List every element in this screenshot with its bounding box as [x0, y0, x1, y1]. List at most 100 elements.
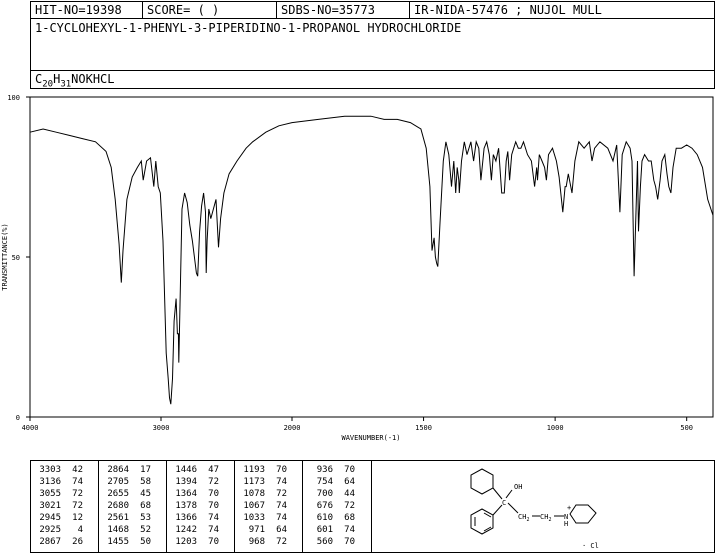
- y-tick-label: 50: [12, 254, 20, 262]
- peak-wavenumber: 560: [316, 537, 333, 547]
- peak-transmittance: 70: [208, 489, 219, 499]
- peak-wavenumber: 2705: [107, 477, 129, 487]
- peak-transmittance: 70: [276, 465, 287, 475]
- peak-transmittance: 58: [140, 477, 151, 487]
- peak-wavenumber: 936: [316, 465, 333, 475]
- peak-wavenumber: 3136: [39, 477, 61, 487]
- peak-wavenumber: 1067: [243, 501, 265, 511]
- piperidine-ring: [569, 504, 597, 524]
- x-tick-label: 500: [680, 424, 693, 432]
- molecular-structure: OH C CH2 CH2 N H + · Cl: [470, 468, 599, 550]
- peak-wavenumber: 2864: [107, 465, 129, 475]
- peak-transmittance: 70: [344, 537, 355, 547]
- peak-wavenumber: 1378: [175, 501, 197, 511]
- peak-wavenumber: 754: [316, 477, 333, 487]
- peak-transmittance: 72: [276, 537, 287, 547]
- peak-transmittance: 74: [72, 477, 83, 487]
- peak-column: 1446 47 1394 72 1364 70 1378 70 1366 74 1242 74 1203…: [167, 461, 235, 552]
- peak-wavenumber: 601: [316, 525, 333, 535]
- nh-h-label: H: [564, 520, 568, 528]
- peak-wavenumber: 1203: [175, 537, 197, 547]
- carbon-label: C: [502, 499, 506, 507]
- peak-transmittance: 12: [72, 513, 83, 523]
- peak-wavenumber: 1193: [243, 465, 265, 475]
- ch2-label: CH2: [518, 513, 529, 523]
- structure-box: OH C CH2 CH2 N H + · Cl: [371, 460, 715, 553]
- peak-wavenumber: 3021: [39, 501, 61, 511]
- peak-transmittance: 74: [276, 501, 287, 511]
- y-axis-label: TRANSMITTANCE(%): [1, 223, 9, 290]
- cyclohexyl-ring: [470, 468, 494, 495]
- peak-transmittance: 74: [344, 525, 355, 535]
- peak-wavenumber: 1078: [243, 489, 265, 499]
- peak-transmittance: 72: [276, 489, 287, 499]
- y-tick-label: 0: [16, 414, 20, 422]
- peak-wavenumber: 1173: [243, 477, 265, 487]
- peak-transmittance: 72: [72, 501, 83, 511]
- x-tick-label: 4000: [22, 424, 39, 432]
- peak-wavenumber: 1366: [175, 513, 197, 523]
- peak-wavenumber: 2945: [39, 513, 61, 523]
- x-axis-label: WAVENUMBER(-1): [341, 434, 400, 442]
- ir-spectrum-chart: 4000 3000 2000 1500 1000 500 0 50 100 WAVENUMBE…: [1, 94, 714, 442]
- peak-wavenumber: 1242: [175, 525, 197, 535]
- peak-transmittance: 64: [344, 477, 355, 487]
- peak-wavenumber: 968: [248, 537, 265, 547]
- peak-transmittance: 52: [140, 525, 151, 535]
- peak-table: 3303 42 3136 74 3055 72 3021 72 2945 12 2925 4 2867 2…: [30, 460, 372, 553]
- peak-transmittance: 50: [140, 537, 151, 547]
- peak-wavenumber: 610: [316, 513, 333, 523]
- peak-transmittance: 70: [208, 501, 219, 511]
- peak-wavenumber: 971: [248, 525, 265, 535]
- peak-wavenumber: 3303: [39, 465, 61, 475]
- chloride-label: · Cl: [582, 542, 599, 550]
- plus-label: +: [567, 504, 571, 512]
- peak-transmittance: 68: [344, 513, 355, 523]
- phenyl-ring: [470, 508, 494, 535]
- peak-transmittance: 70: [344, 465, 355, 475]
- x-ticks: 4000 3000 2000 1500 1000 500: [22, 417, 693, 432]
- peak-wavenumber: 1033: [243, 513, 265, 523]
- plot-frame: [29, 96, 714, 418]
- x-tick-label: 1000: [547, 424, 564, 432]
- peak-transmittance: 70: [208, 537, 219, 547]
- peak-transmittance: 64: [276, 525, 287, 535]
- peak-transmittance: 53: [140, 513, 151, 523]
- peak-transmittance: 74: [208, 513, 219, 523]
- peak-transmittance: 74: [276, 477, 287, 487]
- peak-wavenumber: 2561: [107, 513, 129, 523]
- peak-column: 1193 70 1173 74 1078 72 1067 74 1033 74 971 64 968 72: [235, 461, 303, 552]
- x-tick-label: 3000: [153, 424, 170, 432]
- peak-transmittance: 74: [208, 525, 219, 535]
- peak-wavenumber: 2925: [39, 525, 61, 535]
- peak-wavenumber: 676: [316, 501, 333, 511]
- peak-wavenumber: 2680: [107, 501, 129, 511]
- y-ticks: 0 50 100: [7, 94, 30, 422]
- peak-wavenumber: 1455: [107, 537, 129, 547]
- peak-transmittance: 72: [344, 501, 355, 511]
- peak-wavenumber: 2867: [39, 537, 61, 547]
- peak-column: 936 70 754 64 700 44 676 72 610 68 601 74 560 70: [303, 461, 371, 552]
- peak-transmittance: 72: [72, 489, 83, 499]
- peak-wavenumber: 2655: [107, 489, 129, 499]
- peak-transmittance: 45: [140, 489, 151, 499]
- x-tick-label: 2000: [284, 424, 301, 432]
- x-tick-label: 1500: [415, 424, 432, 432]
- peak-transmittance: 72: [208, 477, 219, 487]
- spectrum-line: [29, 115, 714, 405]
- peak-wavenumber: 1394: [175, 477, 197, 487]
- peak-wavenumber: 1468: [107, 525, 129, 535]
- ch2-label-2: CH2: [540, 513, 551, 523]
- peak-wavenumber: 1446: [175, 465, 197, 475]
- peak-column: 3303 42 3136 74 3055 72 3021 72 2945 12 2925 4 2867 2…: [31, 461, 99, 552]
- peak-wavenumber: 1364: [175, 489, 197, 499]
- oh-label: OH: [514, 483, 522, 491]
- y-tick-label: 100: [7, 94, 20, 102]
- peak-transmittance: 4: [77, 525, 83, 535]
- peak-column: 2864 17 2705 58 2655 45 2680 68 2561 53 1468 52 1455…: [99, 461, 167, 552]
- peak-transmittance: 26: [72, 537, 83, 547]
- peak-transmittance: 68: [140, 501, 151, 511]
- peak-wavenumber: 700: [316, 489, 333, 499]
- peak-transmittance: 47: [208, 465, 219, 475]
- peak-transmittance: 44: [344, 489, 355, 499]
